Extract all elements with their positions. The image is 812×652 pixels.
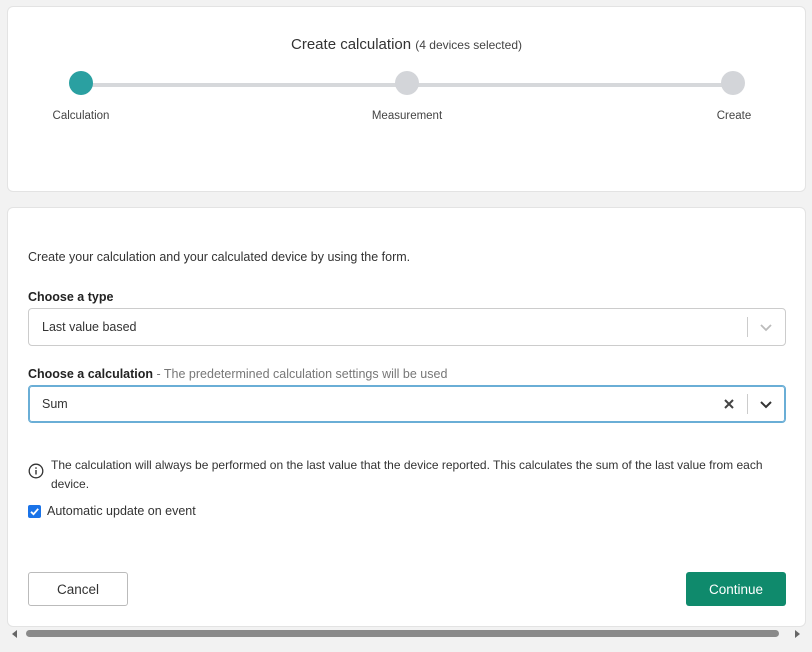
- scrollbar-thumb[interactable]: [26, 630, 779, 637]
- form-intro: Create your calculation and your calcula…: [28, 250, 411, 264]
- select-separator: [747, 394, 748, 414]
- close-icon[interactable]: [720, 395, 738, 413]
- chevron-down-icon[interactable]: [757, 395, 775, 413]
- title-text: Create calculation: [291, 36, 412, 53]
- stepper-card: Create calculation (4 devices selected) …: [7, 6, 806, 192]
- automatic-update-label: Automatic update on event: [47, 504, 196, 518]
- devices-selected-count: (4 devices selected): [415, 38, 522, 52]
- automatic-update-checkbox[interactable]: [28, 505, 41, 518]
- continue-button[interactable]: Continue: [686, 572, 786, 606]
- calculation-label-text: Choose a calculation: [28, 367, 154, 381]
- step-label-measurement: Measurement: [371, 110, 443, 122]
- info-circle-icon: [28, 463, 44, 479]
- chevron-down-icon[interactable]: [757, 318, 775, 336]
- step-dot-measurement[interactable]: [395, 71, 419, 95]
- calculation-label: Choose a calculation - The predetermined…: [28, 367, 447, 381]
- step-label-calculation: Calculation: [52, 110, 110, 122]
- type-select[interactable]: Last value based: [28, 308, 786, 346]
- calculation-hint: - The predetermined calculation settings…: [153, 367, 448, 381]
- calculation-select[interactable]: Sum: [28, 385, 786, 423]
- type-label: Choose a type: [28, 290, 114, 304]
- step-dot-calculation[interactable]: [69, 71, 93, 95]
- step-dot-create[interactable]: [721, 71, 745, 95]
- scroll-left-icon[interactable]: [10, 629, 20, 639]
- checkmark-icon: [30, 508, 39, 516]
- calculation-form: Create your calculation and your calcula…: [7, 207, 806, 627]
- scroll-right-icon[interactable]: [792, 629, 802, 639]
- horizontal-scrollbar[interactable]: [0, 628, 812, 640]
- cancel-button[interactable]: Cancel: [28, 572, 128, 606]
- page-title: Create calculation (4 devices selected): [8, 36, 805, 53]
- info-text: The calculation will always be performed…: [51, 458, 763, 491]
- step-label-create: Create: [716, 110, 752, 122]
- select-separator: [747, 317, 748, 337]
- calculation-select-value: Sum: [42, 397, 68, 411]
- type-select-value: Last value based: [42, 320, 137, 334]
